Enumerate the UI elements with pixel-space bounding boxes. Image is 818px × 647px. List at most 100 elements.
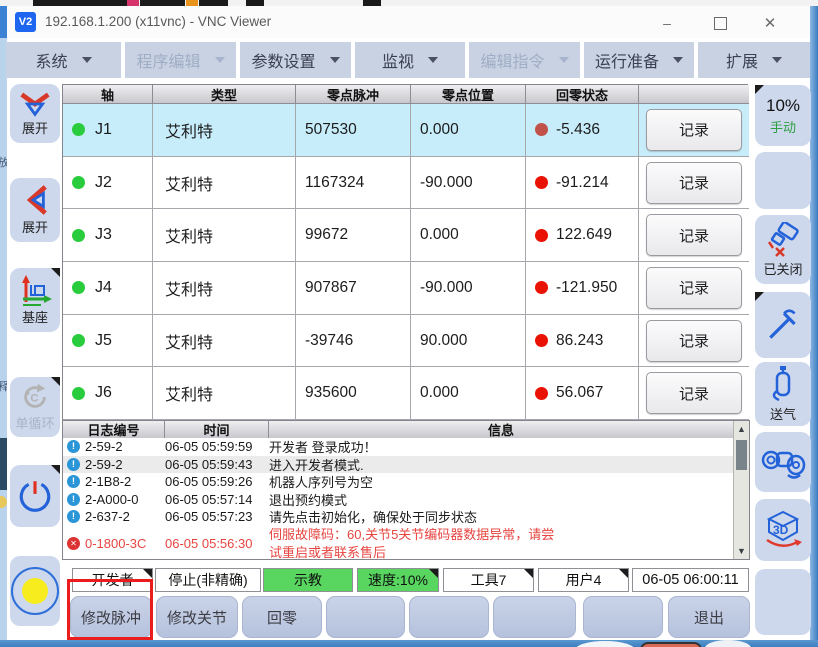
empty-side-button[interactable] [755,569,811,635]
table-row-j6-type[interactable]: 艾利特 [153,367,296,420]
modify-pulse-button[interactable]: 修改脉冲 [70,596,152,638]
double-chevron-down-icon [18,91,52,117]
record-button-j2[interactable]: 记录 [646,162,742,204]
table-row-j6-pulse[interactable]: 935600 [296,367,411,420]
table-row-j4-zero-position[interactable]: -90.000 [411,262,526,315]
table-row-j3-type[interactable]: 艾利特 [153,209,296,262]
menu-monitor[interactable]: 监视 [355,42,465,78]
info-icon: ! [67,475,80,488]
column-header-record [639,85,749,104]
table-row-j2-zero-position[interactable]: -90.000 [411,157,526,210]
menu-parameter-settings[interactable]: 参数设置 [240,42,351,78]
exit-button[interactable]: 退出 [668,596,750,638]
table-row-j2-record-cell: 记录 [639,157,749,210]
table-row-j5-axis[interactable]: J5 [63,315,153,368]
table-row-j4-home-status[interactable]: -121.950 [526,262,639,315]
scrollbar-thumb[interactable] [736,440,747,470]
table-row-j1-zero-position[interactable]: 0.000 [411,104,526,157]
modify-joint-button[interactable]: 修改关节 [156,596,238,638]
log-scrollbar[interactable]: ▲ ▼ [733,421,749,559]
status-teach-mode[interactable]: 示教 [263,568,353,592]
table-row-j5-pulse[interactable]: -39746 [296,315,411,368]
axis-enabled-dot [72,281,85,294]
status-run-state[interactable]: 停止(非精确) [155,568,261,592]
empty-action-button[interactable] [409,596,489,638]
view-3d-button[interactable]: 3D [755,499,811,561]
air-supply-button[interactable]: 送气 [755,362,811,426]
table-row-j6-zero-position[interactable]: 0.000 [411,367,526,420]
table-row-j5-zero-position[interactable]: 90.000 [411,315,526,368]
enable-button[interactable] [10,556,60,626]
record-button-j3[interactable]: 记录 [646,214,742,256]
empty-side-button[interactable] [755,152,811,209]
column-header-axis: 轴 [63,85,153,104]
table-row-j2-home-status[interactable]: -91.214 [526,157,639,210]
empty-action-button[interactable] [583,596,663,638]
home-button[interactable]: 回零 [242,596,322,638]
log-row[interactable]: !2-59-2 06-05 05:59:43 进入开发者模式. [63,456,749,474]
maximize-button[interactable] [705,12,735,34]
status-user[interactable]: 用户4 [538,568,629,592]
expand-down-button[interactable]: 展开 [10,84,60,143]
log-row[interactable]: !2-1B8-2 06-05 05:59:26 机器人序列号为空 [63,473,749,491]
vnc-logo-icon: V2 [15,12,36,32]
record-button-j4[interactable]: 记录 [646,267,742,309]
titlebar: V2 192.168.1.200 (x11vnc) - VNC Viewer –… [7,6,810,39]
menu-bar: 系统 程序编辑 参数设置 监视 编辑指令 运行准备 扩展 [7,38,810,84]
table-row-j3-home-status[interactable]: 122.649 [526,209,639,262]
axis-enabled-dot [72,334,85,347]
log-row[interactable]: !2-A000-0 06-05 05:57:14 退出预约模式 [63,491,749,509]
status-speed[interactable]: 速度:10% [357,568,439,592]
log-row[interactable]: !2-59-2 06-05 05:59:59 开发者 登录成功！ [63,438,749,456]
home-status-dot [535,229,548,242]
table-row-j1-axis[interactable]: J1 [63,104,153,157]
status-tool[interactable]: 工具7 [443,568,534,592]
table-row-j3-axis[interactable]: J3 [63,209,153,262]
log-row[interactable]: !2-637-2 06-05 05:57:23 请先点击初始化，确保处于同步状态 [63,508,749,526]
table-row-j2-pulse[interactable]: 1167324 [296,157,411,210]
table-row-j3-zero-position[interactable]: 0.000 [411,209,526,262]
corner-flag-icon [755,85,764,94]
table-row-j6-axis[interactable]: J6 [63,367,153,420]
minimize-button[interactable]: – [652,12,682,34]
table-row-j5-home-status[interactable]: 86.243 [526,315,639,368]
record-button-j1[interactable]: 记录 [646,109,742,151]
corner-flag-icon [755,292,764,301]
record-button-j6[interactable]: 记录 [646,372,742,414]
table-row-j1-record-cell: 记录 [639,104,749,157]
table-row-j4-axis[interactable]: J4 [63,262,153,315]
empty-action-button[interactable] [493,596,576,638]
expand-left-button[interactable]: 展开 [10,178,60,242]
table-row-j4-type[interactable]: 艾利特 [153,262,296,315]
table-row-j3-pulse[interactable]: 99672 [296,209,411,262]
table-row-j1-type[interactable]: 艾利特 [153,104,296,157]
speed-mode-button[interactable]: 10% 手动 [755,85,811,146]
record-button-j5[interactable]: 记录 [646,320,742,362]
menu-extension[interactable]: 扩展 [698,42,810,78]
scroll-up-icon[interactable]: ▲ [734,424,749,434]
log-header-id: 日志编号 [63,421,165,438]
gripper-state-button[interactable]: 已关闭 [755,215,811,284]
status-mode[interactable]: 开发者 [72,568,153,592]
table-row-j5-type[interactable]: 艾利特 [153,315,296,368]
log-header-time: 时间 [165,421,269,438]
double-chevron-left-icon [21,184,49,216]
table-row-j6-home-status[interactable]: 56.067 [526,367,639,420]
scroll-down-icon[interactable]: ▼ [734,546,749,556]
base-coordinate-button[interactable]: 基座 [10,268,60,332]
tool-clamp-button[interactable] [755,292,811,358]
table-row-j1-home-status[interactable]: -5.436 [526,104,639,157]
table-row-j2-axis[interactable]: J2 [63,157,153,210]
log-row-error[interactable]: ✕0-1800-3C 06-05 05:56:30 伺服故障码：60,关节5关节… [63,526,749,561]
close-button[interactable]: ✕ [755,12,785,34]
table-row-j1-pulse[interactable]: 507530 [296,104,411,157]
power-button[interactable] [10,465,60,527]
table-row-j4-pulse[interactable]: 907867 [296,262,411,315]
home-status-dot [535,176,548,189]
window-border-left [0,6,7,38]
table-row-j2-type[interactable]: 艾利特 [153,157,296,210]
empty-action-button[interactable] [326,596,405,638]
menu-run-prepare[interactable]: 运行准备 [584,42,694,78]
hand-guide-button[interactable] [755,432,811,492]
menu-system[interactable]: 系统 [6,42,121,78]
